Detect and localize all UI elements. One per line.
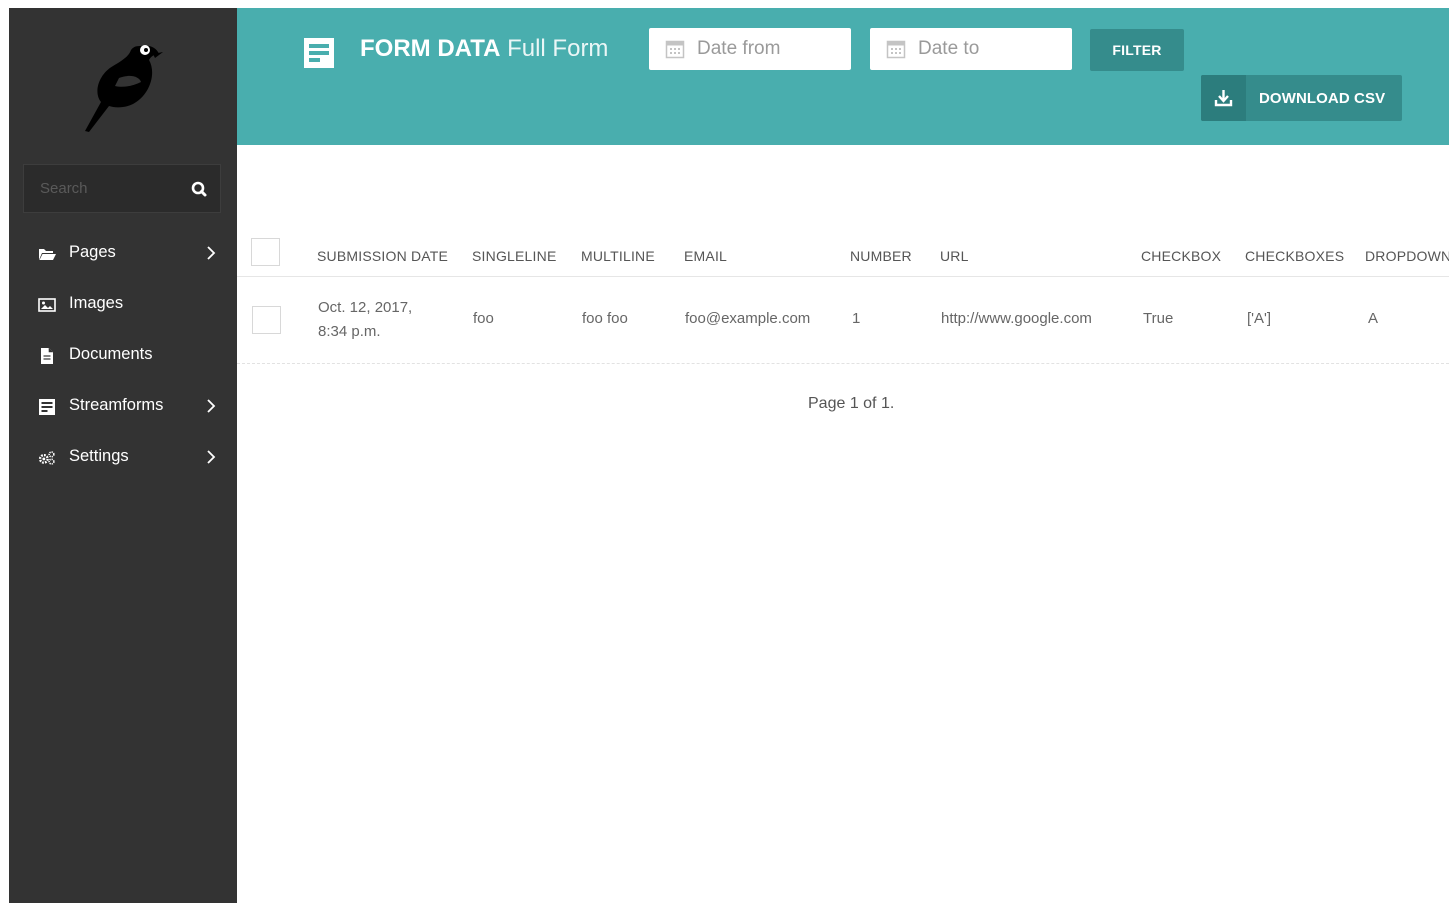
sidebar-item-label: Pages: [69, 243, 116, 261]
pagination-text: Page 1 of 1.: [808, 395, 895, 412]
bird-logo[interactable]: [79, 34, 163, 134]
submission-date-line: Oct. 12, 2017,: [318, 299, 413, 316]
column-header[interactable]: NUMBER: [850, 248, 912, 264]
calendar-icon: [665, 40, 685, 59]
page-header: FORM DATA Full Form FILTER: [237, 8, 1449, 145]
app-frame: Pages Images D: [9, 8, 1449, 903]
download-csv-label: DOWNLOAD CSV: [1259, 90, 1386, 107]
column-header[interactable]: CHECKBOX: [1141, 248, 1221, 264]
cell-singleline: foo: [473, 310, 494, 327]
cell-email: foo@example.com: [685, 310, 811, 327]
date-from-input[interactable]: [697, 28, 845, 70]
sidebar-item-label: Streamforms: [69, 396, 164, 414]
chevron-right-icon: [207, 246, 216, 260]
cell-dropdown: A: [1368, 310, 1379, 327]
sidebar-item-pages[interactable]: Pages: [9, 228, 237, 279]
column-header[interactable]: EMAIL: [684, 248, 727, 264]
column-header[interactable]: DROPDOWN: [1365, 248, 1449, 264]
sidebar: Pages Images D: [9, 8, 237, 903]
form-icon: [39, 399, 55, 415]
search-box: [23, 164, 221, 213]
cell-submission-date: Oct. 12, 2017, 8:34 p.m.: [318, 296, 458, 344]
select-all-checkbox[interactable]: [251, 238, 280, 266]
filter-button[interactable]: FILTER: [1090, 29, 1184, 71]
column-header[interactable]: SUBMISSION DATE: [317, 248, 448, 264]
sidebar-item-documents[interactable]: Documents: [9, 330, 237, 381]
cogs-icon: [38, 451, 55, 465]
page-title: FORM DATA Full Form: [360, 35, 608, 63]
page-title-form-name: Full Form: [507, 35, 609, 62]
sidebar-item-label: Settings: [69, 447, 129, 465]
cell-url: http://www.google.com: [941, 310, 1092, 327]
date-from-field: [649, 28, 851, 70]
search-icon[interactable]: [188, 178, 210, 200]
row-select-checkbox[interactable]: [252, 306, 281, 334]
main-nav: Pages Images Documents Streamforms Setti…: [9, 228, 237, 483]
sidebar-item-streamforms[interactable]: Streamforms: [9, 381, 237, 432]
table-row: Oct. 12, 2017, 8:34 p.m. foo foo foo foo…: [237, 278, 1449, 364]
page-title-strong: FORM DATA: [360, 35, 501, 62]
sidebar-item-settings[interactable]: Settings: [9, 432, 237, 483]
cell-checkboxes: ['A']: [1247, 310, 1272, 327]
column-header[interactable]: URL: [940, 248, 969, 264]
form-icon: [304, 38, 334, 68]
cell-checkbox: True: [1143, 310, 1174, 327]
download-icon-box: [1201, 75, 1246, 121]
date-to-field: [870, 28, 1072, 70]
sidebar-item-images[interactable]: Images: [9, 279, 237, 330]
submission-time-line: 8:34 p.m.: [318, 323, 381, 340]
date-to-input[interactable]: [918, 28, 1066, 70]
table-header-row: SUBMISSION DATE SINGLELINE MULTILINE EMA…: [237, 238, 1449, 277]
cell-number: 1: [852, 310, 861, 327]
folder-open-icon: [39, 249, 56, 260]
chevron-right-icon: [207, 450, 216, 464]
column-header[interactable]: MULTILINE: [581, 248, 655, 264]
calendar-icon: [886, 40, 906, 59]
search-input[interactable]: [24, 165, 174, 212]
sidebar-item-label: Images: [69, 294, 124, 312]
column-header[interactable]: SINGLELINE: [472, 248, 556, 264]
cell-multiline: foo foo: [582, 310, 628, 327]
download-csv-button[interactable]: DOWNLOAD CSV: [1201, 75, 1402, 121]
document-icon: [41, 348, 53, 364]
chevron-right-icon: [207, 399, 216, 413]
image-icon: [38, 298, 56, 312]
column-header[interactable]: CHECKBOXES: [1245, 248, 1344, 264]
sidebar-item-label: Documents: [69, 345, 153, 363]
download-icon: [1214, 90, 1233, 107]
